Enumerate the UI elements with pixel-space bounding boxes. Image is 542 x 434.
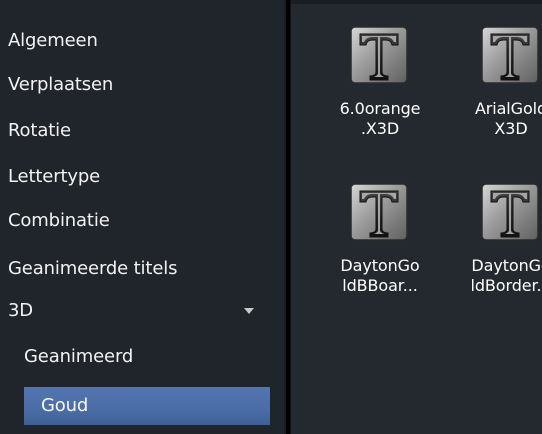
text-style-icon <box>350 26 408 84</box>
sidebar-item-geanimeerde-titels[interactable]: Geanimeerde titels <box>0 250 286 288</box>
category-sidebar: Algemeen Verplaatsen Rotatie Lettertype … <box>0 0 286 434</box>
sidebar-item-combinatie[interactable]: Combinatie <box>0 202 286 240</box>
sidebar-item-rotatie[interactable]: Rotatie <box>0 112 286 150</box>
sidebar-item-geanimeerd[interactable]: Geanimeerd <box>0 338 286 376</box>
file-label: DaytonGo ldBBoar... <box>340 256 420 295</box>
text-style-icon <box>481 26 539 84</box>
file-label: 6.0orange .X3D <box>339 99 421 138</box>
sidebar-item-3d-label: 3D <box>8 300 34 321</box>
file-tile-arialgold[interactable]: ArialGold X3D <box>455 26 542 176</box>
sidebar-item-lettertype[interactable]: Lettertype <box>0 158 286 196</box>
chevron-down-icon[interactable] <box>244 308 254 314</box>
file-tile-daytongoldbboar[interactable]: DaytonGo ldBBoar... <box>324 183 436 333</box>
text-style-icon <box>481 183 539 241</box>
sidebar-item-verplaatsen[interactable]: Verplaatsen <box>0 66 286 104</box>
content-top-divider <box>291 0 542 4</box>
title-effects-panel: Algemeen Verplaatsen Rotatie Lettertype … <box>0 0 542 434</box>
file-tile-daytongoldborder[interactable]: DaytonGo ldBorder... <box>455 183 542 333</box>
file-label: ArialGold X3D <box>474 99 542 138</box>
sidebar-item-algemeen[interactable]: Algemeen <box>0 22 286 60</box>
text-style-icon <box>350 183 408 241</box>
file-tile-6-0orange[interactable]: 6.0orange .X3D <box>324 26 436 176</box>
file-label: DaytonGo ldBorder... <box>470 256 542 295</box>
file-browser: 6.0orange .X3D ArialGold X3D DaytonGo ld… <box>290 0 542 434</box>
sidebar-item-goud[interactable]: Goud <box>24 387 270 425</box>
sidebar-item-3d[interactable]: 3D <box>0 292 286 330</box>
